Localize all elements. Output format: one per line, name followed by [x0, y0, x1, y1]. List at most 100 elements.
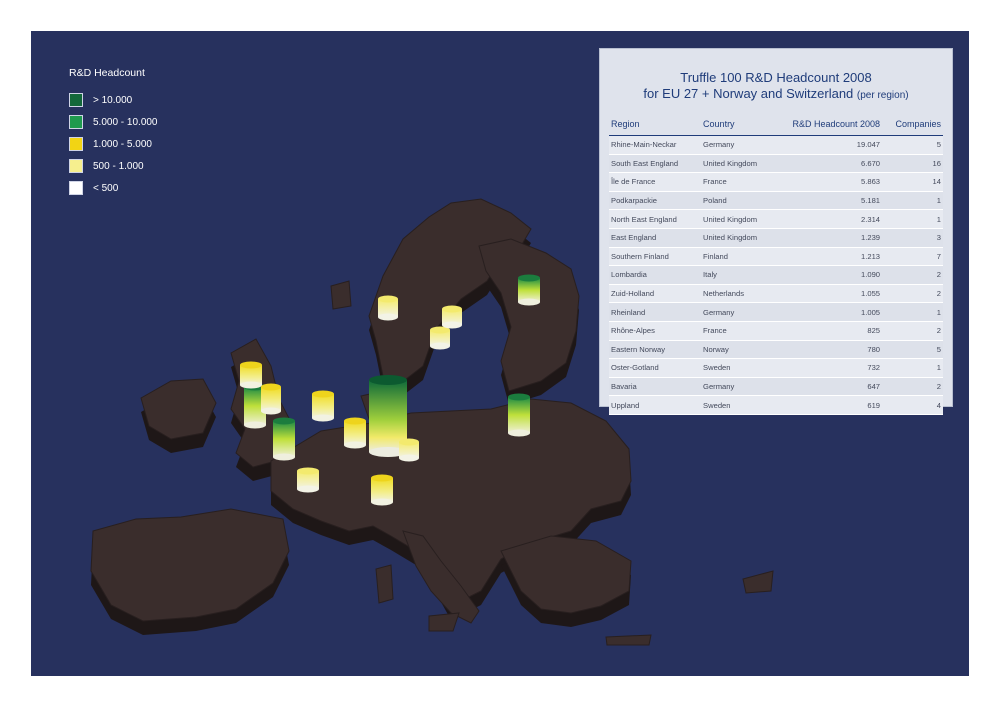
headcount-table: Region Country R&D Headcount 2008 Compan… [609, 113, 943, 415]
cell-country: United Kingdom [701, 209, 783, 229]
table-row: North East England United Kingdom 2.314 1 [609, 209, 943, 229]
cell-companies: 3 [882, 228, 943, 248]
cell-country: Italy [701, 265, 783, 285]
region-crete [605, 634, 652, 646]
cell-companies: 2 [882, 284, 943, 304]
cell-headcount: 5.863 [782, 172, 883, 192]
legend-label: 5.000 - 10.000 [93, 116, 158, 128]
cell-region: Lombardia [609, 265, 702, 285]
panel-subtitle: for EU 27 + Norway and Switzerland (per … [600, 86, 952, 101]
column-header-country: Country [701, 113, 783, 136]
cylinder-east-england [261, 383, 281, 415]
cell-companies: 7 [882, 247, 943, 267]
cell-headcount: 732 [782, 358, 883, 378]
table-row: Rhine-Main-Neckar Germany 19.047 5 [609, 135, 943, 155]
cell-companies: 5 [882, 340, 943, 360]
table-row: Île de France France 5.863 14 [609, 172, 943, 192]
legend-item: 5.000 - 10.000 [69, 111, 158, 133]
cell-country: France [701, 172, 783, 192]
table-row: East England United Kingdom 1.239 3 [609, 228, 943, 248]
table-row: Rhône-Alpes France 825 2 [609, 321, 943, 341]
cell-companies: 16 [882, 154, 943, 174]
cell-companies: 1 [882, 191, 943, 211]
cylinder-lombardia [371, 474, 393, 506]
column-header-companies: Companies [882, 113, 943, 136]
cell-country: Poland [701, 191, 783, 211]
cell-companies: 4 [882, 395, 943, 415]
cell-headcount: 619 [782, 395, 883, 415]
cell-region: Podkarpackie [609, 191, 702, 211]
table-row: Podkarpackie Poland 5.181 1 [609, 191, 943, 211]
cylinder-eastern-norway [378, 295, 398, 321]
region-iceland [330, 280, 352, 310]
cylinder-oster-gotland [430, 326, 450, 350]
cell-country: United Kingdom [701, 228, 783, 248]
table-row: Uppland Sweden 619 4 [609, 395, 943, 415]
cell-country: Germany [701, 135, 783, 155]
column-header-headcount: R&D Headcount 2008 [782, 113, 883, 136]
cell-country: Norway [701, 340, 783, 360]
cell-headcount: 2.314 [782, 209, 883, 229]
cylinder-southern-finland [518, 274, 540, 306]
table-row: Rheinland Germany 1.005 1 [609, 302, 943, 322]
cell-companies: 1 [882, 302, 943, 322]
cell-region: Bavaria [609, 377, 702, 397]
cell-region: East England [609, 228, 702, 248]
cell-companies: 1 [882, 209, 943, 229]
legend-item: > 10.000 [69, 89, 158, 111]
cylinder-zuid-holland [312, 390, 334, 422]
legend-label: > 10.000 [93, 94, 133, 106]
table-row: Lombardia Italy 1.090 2 [609, 265, 943, 285]
panel-title: Truffle 100 R&D Headcount 2008 [680, 70, 872, 85]
table-row: Zuid-Holland Netherlands 1.055 2 [609, 284, 943, 304]
cell-companies: 5 [882, 135, 943, 155]
cell-region: Southern Finland [609, 247, 702, 267]
cell-headcount: 780 [782, 340, 883, 360]
map-legend: R&D Headcount > 10.000 5.000 - 10.000 1.… [69, 67, 158, 199]
legend-label: 1.000 - 5.000 [93, 138, 152, 150]
cell-region: Rhine-Main-Neckar [609, 135, 702, 155]
region-sicily [428, 612, 460, 632]
cylinder-podkarpackie [508, 393, 530, 437]
cell-country: France [701, 321, 783, 341]
cell-headcount: 1.055 [782, 284, 883, 304]
cell-companies: 14 [882, 172, 943, 192]
legend-item: < 500 [69, 177, 158, 199]
cell-headcount: 1.239 [782, 228, 883, 248]
column-header-region: Region [609, 113, 702, 136]
panel-subtitle-text: for EU 27 + Norway and Switzerland [643, 86, 854, 101]
cell-region: Uppland [609, 395, 702, 415]
cell-region: Île de France [609, 172, 702, 192]
cell-region: Eastern Norway [609, 340, 702, 360]
table-row: Oster-Gotland Sweden 732 1 [609, 358, 943, 378]
cell-headcount: 825 [782, 321, 883, 341]
legend-swatch [69, 93, 83, 107]
cell-companies: 2 [882, 321, 943, 341]
cylinder-rhone-alpes [297, 467, 319, 493]
cell-country: Netherlands [701, 284, 783, 304]
legend-swatch [69, 137, 83, 151]
table-row: Eastern Norway Norway 780 5 [609, 340, 943, 360]
cell-region: Rhône-Alpes [609, 321, 702, 341]
legend-label: < 500 [93, 182, 119, 194]
cell-headcount: 1.213 [782, 247, 883, 267]
cell-region: Rheinland [609, 302, 702, 322]
cylinder-ile-de-france [273, 417, 295, 461]
cell-companies: 2 [882, 265, 943, 285]
legend-title: R&D Headcount [69, 67, 145, 79]
legend-swatch [69, 181, 83, 195]
cell-companies: 2 [882, 377, 943, 397]
headcount-table-panel: Truffle 100 R&D Headcount 2008 for EU 27… [599, 48, 953, 415]
cylinder-bavaria [399, 438, 419, 462]
cell-region: Oster-Gotland [609, 358, 702, 378]
table-row: Southern Finland Finland 1.213 7 [609, 247, 943, 267]
cylinder-rheinland [344, 417, 366, 449]
legend-item: 1.000 - 5.000 [69, 133, 158, 155]
legend-swatch [69, 115, 83, 129]
region-sardinia [375, 564, 394, 604]
cylinder-uppland [442, 305, 462, 329]
cell-headcount: 19.047 [782, 135, 883, 155]
table-row: Bavaria Germany 647 2 [609, 377, 943, 397]
cell-country: United Kingdom [701, 154, 783, 174]
table-header-row: Region Country R&D Headcount 2008 Compan… [609, 113, 943, 136]
